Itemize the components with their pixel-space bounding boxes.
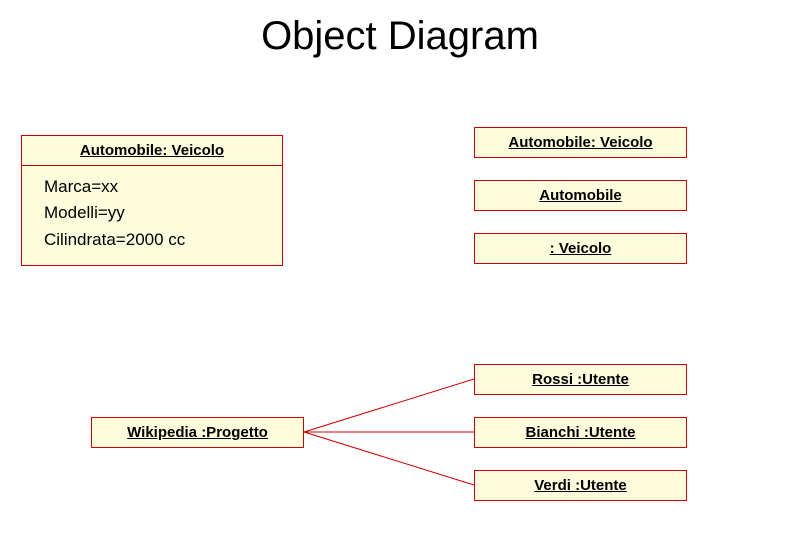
attr-row: Modelli=yy xyxy=(44,200,272,226)
attr-row: Cilindrata=2000 cc xyxy=(44,227,272,253)
object-label: Bianchi :Utente xyxy=(475,418,686,447)
object-label: : Veicolo xyxy=(475,234,686,263)
object-label: Verdi :Utente xyxy=(475,471,686,500)
object-automobile-full: Automobile: Veicolo Marca=xx Modelli=yy … xyxy=(21,135,283,266)
object-automobile-veicolo: Automobile: Veicolo xyxy=(474,127,687,158)
diagram-title: Object Diagram xyxy=(0,14,800,59)
object-wikipedia-progetto: Wikipedia :Progetto xyxy=(91,417,304,448)
object-attributes: Marca=xx Modelli=yy Cilindrata=2000 cc xyxy=(22,165,282,263)
attr-row: Marca=xx xyxy=(44,174,272,200)
object-label: Wikipedia :Progetto xyxy=(92,418,303,447)
object-automobile: Automobile xyxy=(474,180,687,211)
object-verdi-utente: Verdi :Utente xyxy=(474,470,687,501)
object-header: Automobile: Veicolo xyxy=(22,136,282,165)
object-label: Automobile: Veicolo xyxy=(475,128,686,157)
link-progetto-rossi xyxy=(304,379,474,432)
object-label: Automobile xyxy=(475,181,686,210)
object-label: Rossi :Utente xyxy=(475,365,686,394)
object-bianchi-utente: Bianchi :Utente xyxy=(474,417,687,448)
connectors xyxy=(0,0,800,549)
object-veicolo-anon: : Veicolo xyxy=(474,233,687,264)
link-progetto-verdi xyxy=(304,432,474,485)
object-rossi-utente: Rossi :Utente xyxy=(474,364,687,395)
